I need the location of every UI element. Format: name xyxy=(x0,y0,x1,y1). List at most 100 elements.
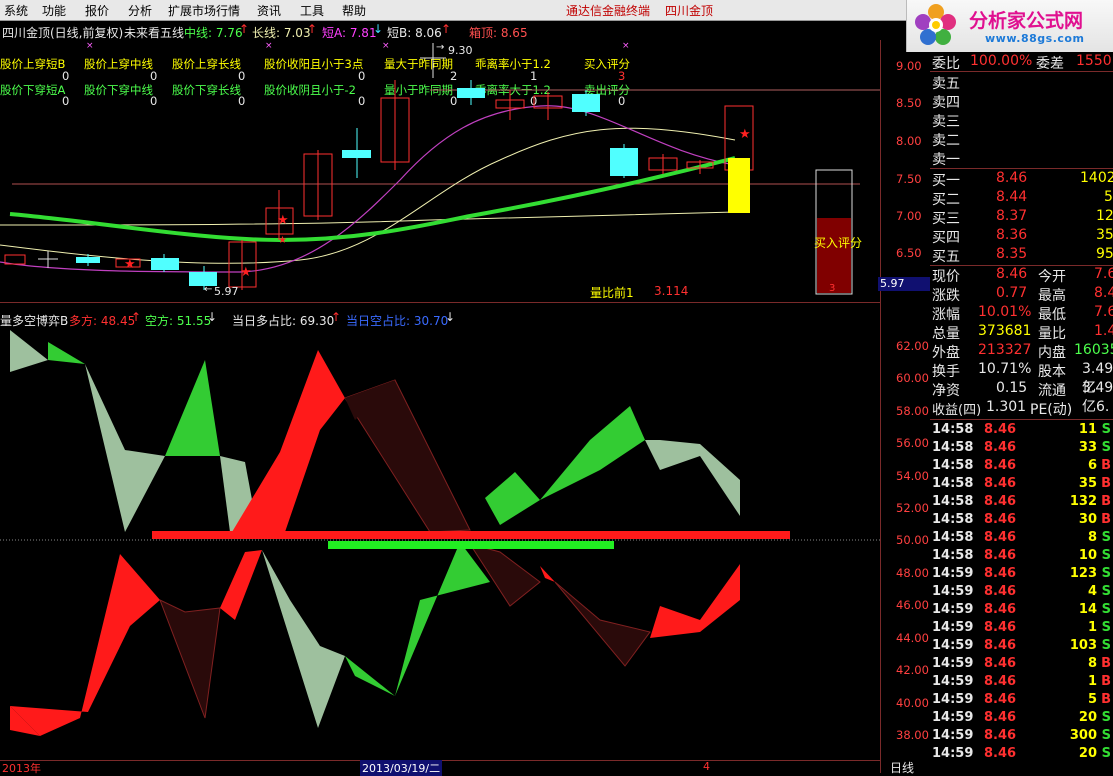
sell-5-label: 卖五 xyxy=(932,76,960,92)
ma-shortA-line xyxy=(0,105,736,273)
sub-tick: 54.00 xyxy=(896,469,929,483)
sub-tick: 50.00 xyxy=(896,533,929,547)
ma-long-value: 长线: 7.03 xyxy=(252,26,311,40)
price-tick: 7.50 xyxy=(896,172,922,186)
buy-3-row[interactable]: 买三 8.37 12 xyxy=(930,208,1113,227)
arrow-up-icon: ↑ xyxy=(307,22,318,36)
bull-bear-chart[interactable] xyxy=(0,320,880,760)
indicator-name: 未来看五线 xyxy=(124,26,185,40)
candle-down xyxy=(342,150,371,158)
tick-row: 14:58 8.46 30 B xyxy=(932,512,1111,527)
tick-row: 14:59 8.46 8 B xyxy=(932,656,1111,671)
ribbon-red xyxy=(540,566,555,582)
duo-level-bar xyxy=(152,531,790,539)
arrow-up-icon: ↑ xyxy=(239,22,250,36)
marker-icon: × xyxy=(86,41,94,51)
ma-long-line xyxy=(0,211,736,226)
flower-logo-icon xyxy=(915,4,956,45)
sell-1-label: 卖一 xyxy=(932,152,960,168)
ribbon-red xyxy=(220,550,262,620)
stat-row: 现价 8.46 今开 7.6 xyxy=(932,266,1113,285)
wei-bi-label: 委比 xyxy=(932,56,960,72)
kline-chart[interactable]: ★ ★ ★ ★ ★ × × × × xyxy=(0,40,880,302)
ribbon-red xyxy=(10,554,160,736)
ribbon-pale xyxy=(262,550,345,728)
panel-divider xyxy=(0,302,880,303)
ribbon-green xyxy=(395,542,490,696)
price-tick: 9.00 xyxy=(896,59,922,73)
tick-row: 14:58 8.46 35 B xyxy=(932,476,1111,491)
menu-item-extended-market[interactable]: 扩展市场行情 xyxy=(168,2,240,19)
price-tick: 8.00 xyxy=(896,134,922,148)
box-top-value: 箱顶: 8.65 xyxy=(469,26,528,40)
menu-item-news[interactable]: 资讯 xyxy=(257,2,281,19)
tick-row: 14:59 8.46 300 S xyxy=(932,728,1111,743)
menu-item-tools[interactable]: 工具 xyxy=(300,2,324,19)
marker-icon: × xyxy=(382,41,390,51)
axis-divider xyxy=(880,40,881,773)
tick-row: 14:59 8.46 103 S xyxy=(932,638,1111,653)
sub-tick: 52.00 xyxy=(896,501,929,515)
menu-item-quote[interactable]: 报价 xyxy=(85,2,109,19)
low-price-label: 5.97 xyxy=(214,285,239,298)
sell-4-label: 卖四 xyxy=(932,95,960,111)
star-icon: ★ xyxy=(278,235,287,246)
buy-1-row[interactable]: 买一 8.46 1402 xyxy=(930,170,1113,189)
candle-down xyxy=(189,272,217,286)
buy-4-row[interactable]: 买四 8.36 35 xyxy=(930,227,1113,246)
menu-item-analysis[interactable]: 分析 xyxy=(128,2,152,19)
tick-row: 14:58 8.46 11 S xyxy=(932,422,1111,437)
logo-url[interactable]: www.88gs.com xyxy=(985,32,1084,45)
quote-panel: 委比 100.00% 委差 1550 卖五 卖四 卖三 卖二 卖一 买一 8.46… xyxy=(930,52,1113,773)
kong-level-bar xyxy=(328,541,614,549)
tick-row: 14:59 8.46 5 B xyxy=(932,692,1111,707)
buy-score-label: 买入评分 xyxy=(814,236,863,250)
tick-row: 14:58 8.46 6 B xyxy=(932,458,1111,473)
menu-item-system[interactable]: 系统 xyxy=(4,2,28,19)
buy-2-row[interactable]: 买二 8.44 5 xyxy=(930,189,1113,208)
tick-list[interactable]: 14:58 8.46 11 S 14:58 8.46 33 S 14:58 8.46 6 B 14:58… xyxy=(930,422,1113,773)
arrow-left-icon: ← xyxy=(204,284,213,295)
current-price-tag: 5.97 xyxy=(878,277,932,291)
buy-5-row[interactable]: 买五 8.35 95 xyxy=(930,246,1113,265)
ribbon-green xyxy=(540,406,645,500)
price-tick: 6.50 xyxy=(896,246,922,260)
arrow-down-icon: ↓ xyxy=(373,22,384,36)
price-tick: 7.00 xyxy=(896,209,922,223)
arrow-up-icon: ↑ xyxy=(441,22,452,36)
buy-score-fill xyxy=(817,218,851,293)
candle-down xyxy=(572,94,600,112)
sub-tick: 46.00 xyxy=(896,598,929,612)
ribbon-green xyxy=(165,360,220,456)
tick-row: 14:59 8.46 123 S xyxy=(932,566,1111,581)
ribbon-pale xyxy=(645,440,740,516)
sub-tick: 62.00 xyxy=(896,339,929,353)
tick-row: 14:58 8.46 10 S xyxy=(932,548,1111,563)
ribbon-pale xyxy=(85,364,165,532)
ribbon-red xyxy=(232,350,345,532)
stat-row: 外盘213327内盘16035 xyxy=(932,342,1113,361)
volume-ratio-bar xyxy=(728,158,750,213)
high-price-label: 9.30 xyxy=(448,44,473,57)
ma-shortA-value: 短A: 7.81 xyxy=(322,26,377,40)
marker-icon: × xyxy=(622,41,630,51)
sub-tick: 40.00 xyxy=(896,696,929,710)
ribbon-green xyxy=(345,656,395,696)
sub-tick: 44.00 xyxy=(896,631,929,645)
stat-row: 总量 373681 量比 1.4 xyxy=(932,323,1113,342)
star-icon: ★ xyxy=(240,265,252,280)
menu-item-help[interactable]: 帮助 xyxy=(342,2,366,19)
marker-icon: × xyxy=(265,41,273,51)
stat-row: 净资 0.15 流通 3.49亿 xyxy=(932,380,1113,415)
stat-row: 收益(四) 1.301 PE(动) 6. xyxy=(932,399,1110,418)
tick-row: 14:59 8.46 1 S xyxy=(932,620,1111,635)
period-label[interactable]: 日线 xyxy=(890,759,914,776)
stock-title: 四川金顶 xyxy=(665,4,714,18)
stat-row: 涨跌 0.77 最高 8.4 xyxy=(932,285,1113,304)
ma-mid-value: 中线: 7.76 xyxy=(184,26,243,40)
candle-down xyxy=(457,88,485,98)
menu-item-function[interactable]: 功能 xyxy=(42,2,66,19)
wei-cha-label: 委差 xyxy=(1036,56,1064,72)
tick-row: 14:59 8.46 20 S xyxy=(932,746,1111,761)
logo-title: 分析家公式网 xyxy=(969,10,1084,32)
